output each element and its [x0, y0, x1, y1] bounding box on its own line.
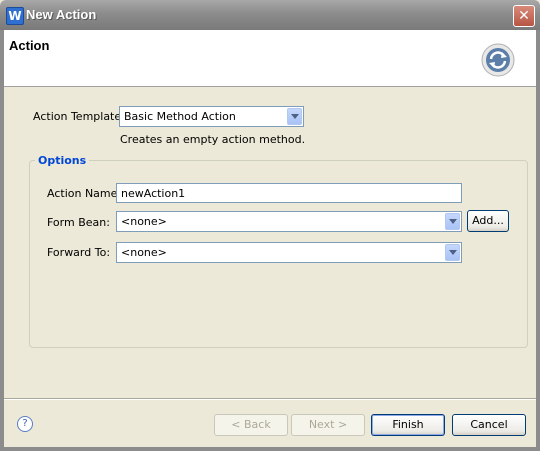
chevron-down-icon[interactable] [287, 108, 302, 125]
new-action-dialog: W New Action ✕ Action Action Template: B… [0, 0, 540, 451]
cancel-button[interactable]: Cancel [452, 414, 526, 436]
window-frame-left [0, 30, 4, 451]
options-group-label: Options [35, 154, 90, 167]
finish-button[interactable]: Finish [371, 414, 445, 436]
action-name-value: newAction1 [121, 187, 186, 200]
action-name-field[interactable]: newAction1 [116, 183, 462, 203]
forward-to-select[interactable]: <none> [116, 242, 462, 263]
form-bean-select[interactable]: <none> [116, 211, 462, 232]
action-name-label: Action Name: [47, 187, 122, 200]
form-bean-label: Form Bean: [47, 216, 110, 229]
forward-to-value: <none> [121, 246, 167, 259]
title-bar[interactable]: W New Action ✕ [0, 0, 540, 30]
chevron-down-icon[interactable] [445, 244, 460, 261]
action-template-value: Basic Method Action [124, 110, 236, 123]
action-template-hint: Creates an empty action method. [120, 133, 306, 146]
chevron-down-icon[interactable] [445, 213, 460, 230]
action-template-label: Action Template: [33, 110, 125, 123]
back-button[interactable]: < Back [214, 414, 288, 436]
form-bean-value: <none> [121, 215, 167, 228]
app-icon: W [6, 7, 24, 25]
add-form-bean-button[interactable]: Add... [467, 210, 509, 232]
page-title: Action [9, 38, 50, 53]
window-title: New Action [26, 7, 97, 22]
next-button[interactable]: Next > [291, 414, 365, 436]
refresh-wizard-icon [481, 43, 515, 77]
wizard-banner: Action [4, 30, 536, 87]
window-frame-right [536, 30, 540, 451]
forward-to-label: Forward To: [47, 246, 111, 259]
action-template-select[interactable]: Basic Method Action [119, 106, 304, 127]
window-frame-bottom [0, 447, 540, 451]
close-button[interactable]: ✕ [513, 5, 535, 27]
footer-separator [4, 398, 536, 400]
help-icon[interactable]: ? [17, 416, 33, 432]
